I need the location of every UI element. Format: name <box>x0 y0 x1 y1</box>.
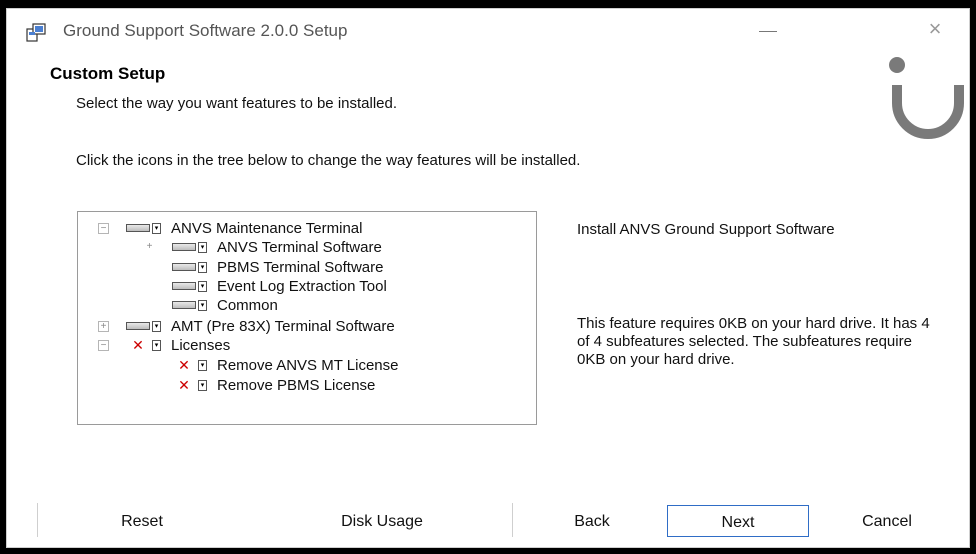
dropdown-arrow-icon: ▾ <box>198 280 207 292</box>
close-button[interactable]: × <box>921 15 949 43</box>
cancel-button[interactable]: Cancel <box>819 505 955 537</box>
feature-state-dropdown[interactable]: ✕ ▾ <box>172 378 214 392</box>
reset-button[interactable]: Reset <box>67 505 217 537</box>
button-bar: Reset Disk Usage Back Next Cancel <box>7 499 969 539</box>
tree-item-label: Common <box>217 296 278 314</box>
feature-state-dropdown[interactable]: ▾ <box>172 298 214 312</box>
disk-usage-button[interactable]: Disk Usage <box>302 505 462 537</box>
feature-tree[interactable]: − ▾ ANVS Maintenance Terminal + ▾ ANVS T… <box>77 211 537 425</box>
feature-state-dropdown[interactable]: ▾ <box>172 240 214 254</box>
tree-item-label: PBMS Terminal Software <box>217 258 384 276</box>
tree-item-label: ANVS Maintenance Terminal <box>171 219 363 237</box>
hard-drive-icon <box>126 224 150 232</box>
page-title: Custom Setup <box>50 64 166 83</box>
not-installed-icon: ✕ <box>132 337 144 353</box>
instruction-text: Click the icons in the tree below to cha… <box>76 152 581 169</box>
tree-item[interactable]: ▾ AMT (Pre 83X) Terminal Software <box>126 316 395 336</box>
feature-description: Install ANVS Ground Support Software <box>577 221 835 238</box>
feature-state-dropdown[interactable]: ▾ <box>172 279 214 293</box>
hard-drive-icon <box>172 282 196 290</box>
hard-drive-icon <box>172 243 196 251</box>
collapse-expander[interactable]: − <box>98 223 109 234</box>
dropdown-arrow-icon: ▾ <box>198 379 207 391</box>
tree-item-label: ANVS Terminal Software <box>217 238 382 256</box>
brand-logo <box>889 57 964 139</box>
title-bar: Ground Support Software 2.0.0 Setup × <box>7 9 969 53</box>
back-button[interactable]: Back <box>527 505 657 537</box>
hard-drive-icon <box>126 322 150 330</box>
collapse-expander[interactable]: − <box>98 340 109 351</box>
page-subtitle: Select the way you want features to be i… <box>76 95 398 112</box>
tree-item-label: Licenses <box>171 336 231 354</box>
tree-item[interactable]: ▾ PBMS Terminal Software <box>172 257 383 277</box>
disk-requirements-text: This feature requires 0KB on your hard d… <box>577 315 930 368</box>
tree-item[interactable]: ▾ ANVS Maintenance Terminal <box>126 218 362 238</box>
separator <box>512 503 513 537</box>
tree-item[interactable]: ✕ ▾ Licenses <box>126 335 230 355</box>
window-title: Ground Support Software 2.0.0 Setup <box>63 21 348 40</box>
hard-drive-icon <box>172 263 196 271</box>
feature-state-dropdown[interactable]: ✕ ▾ <box>172 358 214 372</box>
dropdown-arrow-icon: ▾ <box>152 222 161 234</box>
feature-state-dropdown[interactable]: ▾ <box>126 319 168 333</box>
dropdown-arrow-icon: ▾ <box>198 299 207 311</box>
dropdown-arrow-icon: ▾ <box>152 320 161 332</box>
not-installed-icon: ✕ <box>178 357 190 373</box>
dropdown-arrow-icon: ▾ <box>198 241 207 253</box>
hard-drive-icon <box>172 301 196 309</box>
tree-item-label: AMT (Pre 83X) Terminal Software <box>171 317 395 335</box>
installer-icon <box>26 23 46 42</box>
dropdown-arrow-icon: ▾ <box>198 261 207 273</box>
setup-window: Ground Support Software 2.0.0 Setup × Cu… <box>6 8 970 548</box>
tree-item[interactable]: ▾ Event Log Extraction Tool <box>172 276 387 296</box>
not-installed-icon: ✕ <box>178 377 190 393</box>
expand-expander[interactable]: + <box>144 242 155 253</box>
feature-state-dropdown[interactable]: ▾ <box>172 260 214 274</box>
tree-item-label: Event Log Extraction Tool <box>217 277 387 295</box>
dropdown-arrow-icon: ▾ <box>198 359 207 371</box>
feature-state-dropdown[interactable]: ▾ <box>126 221 168 235</box>
tree-item-label: Remove ANVS MT License <box>217 356 399 374</box>
expand-expander[interactable]: + <box>98 321 109 332</box>
dropdown-arrow-icon: ▾ <box>152 339 161 351</box>
minimize-button[interactable] <box>759 31 777 32</box>
tree-item[interactable]: ✕ ▾ Remove ANVS MT License <box>172 355 398 375</box>
separator <box>37 503 38 537</box>
next-button[interactable]: Next <box>667 505 809 537</box>
tree-item[interactable]: ▾ Common <box>172 295 278 315</box>
feature-state-dropdown[interactable]: ✕ ▾ <box>126 338 168 352</box>
tree-item[interactable]: ▾ ANVS Terminal Software <box>172 237 382 257</box>
tree-item-label: Remove PBMS License <box>217 376 376 394</box>
tree-item[interactable]: ✕ ▾ Remove PBMS License <box>172 375 375 395</box>
